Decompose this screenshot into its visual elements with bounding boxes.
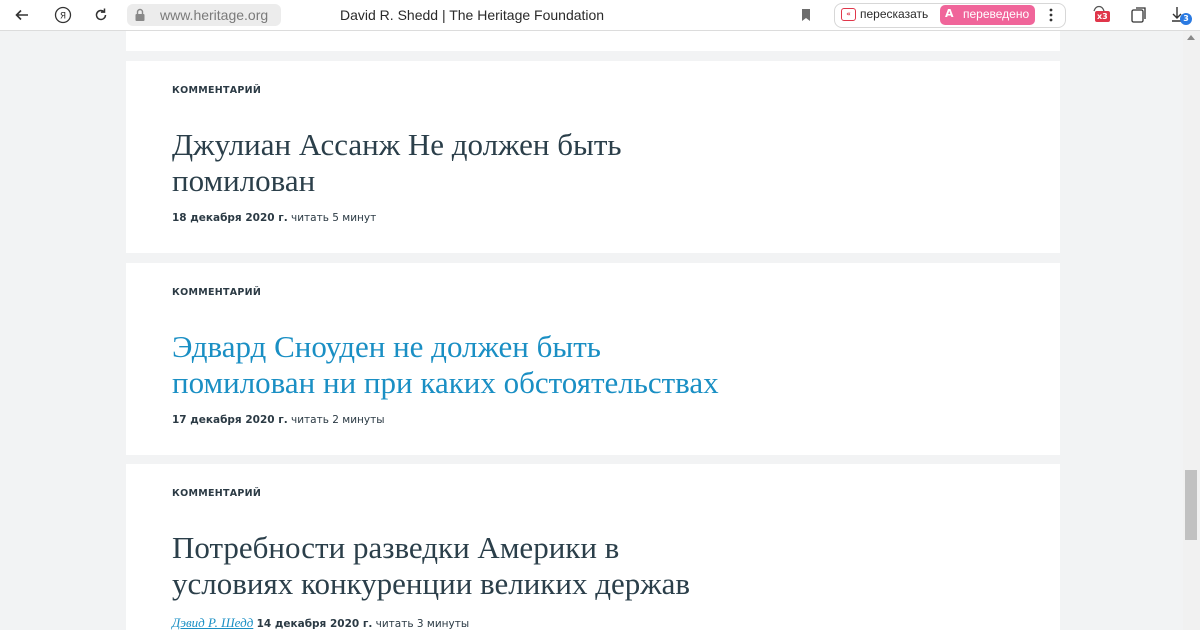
article-title-line[interactable]: Джулиан Ассанж Не должен быть [172, 127, 812, 163]
address-url[interactable]: www.heritage.org [160, 6, 268, 24]
article-date: 17 декабря 2020 г. [172, 414, 288, 426]
article-title-line[interactable]: Эдвард Сноуден не должен быть [172, 329, 812, 365]
extensions-badge: x3 [1095, 11, 1110, 22]
article-date: 14 декабря 2020 г. [256, 618, 373, 630]
svg-text:Я: Я [60, 12, 66, 22]
article-meta: 17 декабря 2020 г. читать 2 минуты [172, 414, 385, 426]
article-card: КОММЕНТАРИЙ Потребности разведки Америки… [126, 464, 1060, 630]
article-meta: Дэвид Р. Шедд 14 декабря 2020 г. читать … [172, 615, 469, 630]
article-title-line[interactable]: Потребности разведки Америки в [172, 530, 812, 566]
article-card: КОММЕНТАРИЙ Джулиан Ассанж Не должен быт… [126, 61, 1060, 253]
browser-toolbar: Я www.heritage.org David R. Shedd | The … [0, 0, 1200, 31]
article-title-link[interactable]: Джулиан Ассанж Не должен быть помилован [172, 127, 812, 199]
article-read-time: читать 5 минут [291, 212, 377, 224]
page-scrollbar[interactable] [1183, 31, 1200, 630]
article-kicker: КОММЕНТАРИЙ [172, 85, 262, 96]
article-read-time: читать 3 минуты [375, 618, 470, 630]
translate-icon: A [945, 7, 954, 20]
article-title-line[interactable]: помилован ни при каких обстоятельствах [172, 365, 812, 401]
article-title-link[interactable]: Потребности разведки Америки в условиях … [172, 530, 812, 602]
article-title-line[interactable]: помилован [172, 163, 812, 199]
more-options-icon[interactable] [1048, 7, 1054, 23]
downloads-badge: 3 [1180, 13, 1192, 25]
back-arrow-icon[interactable] [14, 7, 30, 23]
previous-article-card [126, 31, 1060, 51]
retell-icon[interactable]: « [841, 8, 856, 21]
article-card: КОММЕНТАРИЙ Эдвард Сноуден не должен быт… [126, 263, 1060, 455]
article-meta: 18 декабря 2020 г. читать 5 минут [172, 212, 376, 224]
article-author-link[interactable]: Дэвид Р. Шедд [172, 615, 253, 630]
scroll-up-arrow-icon[interactable] [1187, 35, 1195, 40]
bookmark-icon[interactable] [800, 8, 812, 22]
yandex-logo-icon[interactable]: Я [54, 6, 72, 24]
article-kicker: КОММЕНТАРИЙ [172, 488, 262, 499]
article-date: 18 декабря 2020 г. [172, 212, 288, 224]
article-read-time: читать 2 минуты [291, 414, 385, 426]
retell-button[interactable]: пересказать [860, 7, 928, 22]
article-kicker: КОММЕНТАРИЙ [172, 287, 262, 298]
scrollbar-thumb[interactable] [1185, 470, 1197, 540]
lock-icon[interactable] [134, 8, 146, 22]
reload-icon[interactable] [93, 7, 109, 23]
translated-label[interactable]: переведено [963, 7, 1029, 22]
page-title: David R. Shedd | The Heritage Foundation [340, 7, 605, 23]
collections-icon[interactable] [1130, 6, 1148, 24]
article-title-line[interactable]: условиях конкуренции великих держав [172, 566, 812, 602]
article-title-link[interactable]: Эдвард Сноуден не должен быть помилован … [172, 329, 812, 401]
